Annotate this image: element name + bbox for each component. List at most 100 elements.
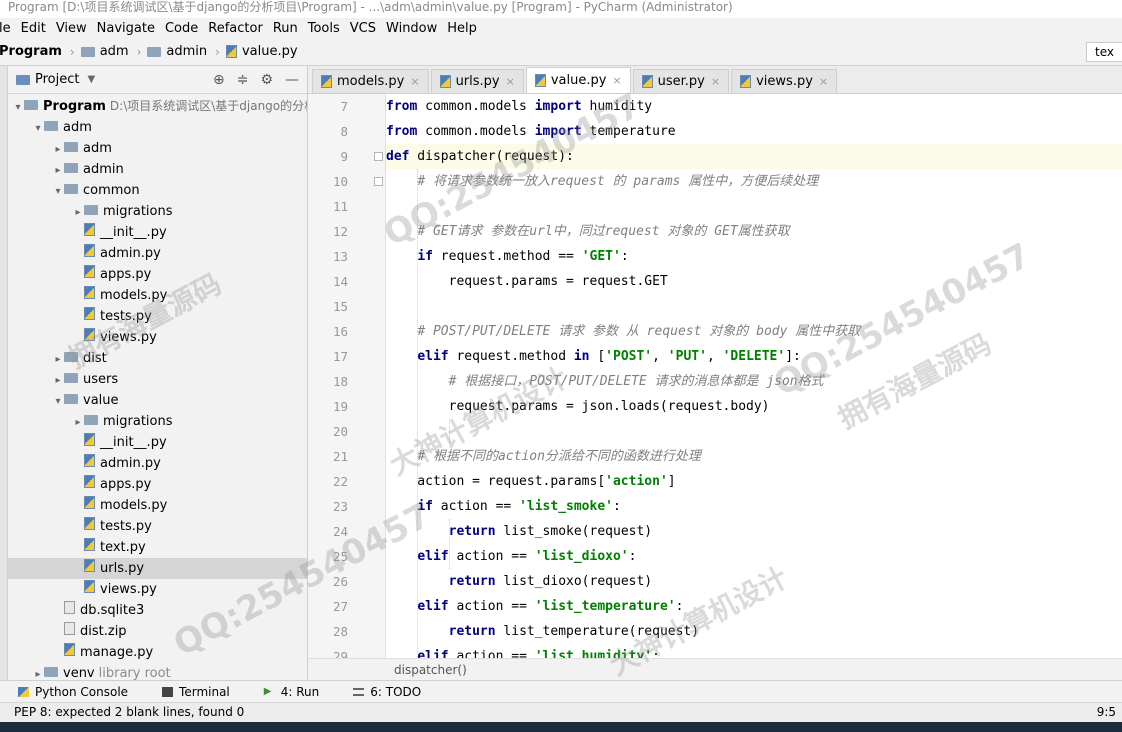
chevron-right-icon[interactable]: ▸ bbox=[52, 349, 64, 369]
code-line[interactable]: if action == 'list_smoke': bbox=[386, 494, 1122, 519]
close-icon[interactable]: × bbox=[711, 75, 720, 88]
editor-breadcrumb[interactable]: dispatcher() bbox=[308, 658, 1122, 680]
tree-item[interactable]: ▸ migrations bbox=[8, 201, 307, 222]
minimize-icon[interactable]: — bbox=[285, 72, 299, 88]
code-line[interactable]: return list_dioxo(request) bbox=[386, 569, 1122, 594]
menu-item-1[interactable]: Edit bbox=[21, 21, 46, 36]
tree-item[interactable]: ▾ value bbox=[8, 390, 307, 411]
menu-item-0[interactable]: le bbox=[0, 21, 11, 36]
menu-item-2[interactable]: View bbox=[56, 21, 87, 36]
tree-item[interactable]: tests.py bbox=[8, 306, 307, 327]
breadcrumb-admin[interactable]: admin bbox=[147, 44, 207, 59]
code-line[interactable]: return list_temperature(request) bbox=[386, 619, 1122, 644]
run-button[interactable]: ▶ 4: Run bbox=[264, 685, 320, 699]
menu-item-4[interactable]: Code bbox=[165, 21, 198, 36]
close-icon[interactable]: × bbox=[612, 74, 621, 87]
tree-item[interactable]: views.py bbox=[8, 579, 307, 600]
tree-item[interactable]: manage.py bbox=[8, 642, 307, 663]
tree-item[interactable]: ▸ migrations bbox=[8, 411, 307, 432]
fold-marker-icon[interactable] bbox=[374, 177, 383, 186]
breadcrumb-file[interactable]: value.py bbox=[225, 44, 298, 59]
tree-item[interactable]: dist.zip bbox=[8, 621, 307, 642]
tree-item[interactable]: admin.py bbox=[8, 243, 307, 264]
tree-item[interactable]: __init__.py bbox=[8, 432, 307, 453]
breadcrumb-adm[interactable]: adm bbox=[80, 44, 129, 59]
tree-item[interactable]: ▾ adm bbox=[8, 117, 307, 138]
code-line[interactable] bbox=[386, 194, 1122, 219]
chevron-down-icon[interactable]: ▾ bbox=[52, 391, 64, 411]
close-icon[interactable]: × bbox=[819, 75, 828, 88]
tree-item[interactable]: text.py bbox=[8, 537, 307, 558]
code-line[interactable]: if request.method == 'GET': bbox=[386, 244, 1122, 269]
code-line[interactable]: request.params = json.loads(request.body… bbox=[386, 394, 1122, 419]
todo-button[interactable]: 6: TODO bbox=[353, 685, 421, 699]
editor-tab[interactable]: value.py × bbox=[525, 67, 631, 93]
chevron-down-icon[interactable]: ▾ bbox=[12, 97, 24, 117]
editor-tab[interactable]: views.py × bbox=[731, 69, 838, 93]
chevron-right-icon[interactable]: ▸ bbox=[52, 139, 64, 159]
menu-item-7[interactable]: Tools bbox=[308, 21, 340, 36]
project-panel-header[interactable]: Project ▼ ⊕ ≑ ⚙ — bbox=[8, 66, 307, 94]
chevron-right-icon[interactable]: ▸ bbox=[72, 202, 84, 222]
run-config-selector[interactable]: tex bbox=[1086, 42, 1122, 62]
breadcrumb-project[interactable]: Program bbox=[0, 44, 62, 59]
tree-root[interactable]: ▾ Program D:\项目系统调试区\基于django的分析 bbox=[8, 96, 307, 117]
editor-tab[interactable]: user.py × bbox=[632, 69, 730, 93]
tree-item[interactable]: urls.py bbox=[8, 558, 307, 579]
tree-item[interactable]: models.py bbox=[8, 285, 307, 306]
code-line[interactable]: return list_smoke(request) bbox=[386, 519, 1122, 544]
tree-item[interactable]: ▸ users bbox=[8, 369, 307, 390]
tree-item[interactable]: apps.py bbox=[8, 264, 307, 285]
collapse-icon[interactable]: ≑ bbox=[237, 72, 249, 88]
editor-tab[interactable]: models.py × bbox=[312, 69, 429, 93]
tree-item[interactable]: apps.py bbox=[8, 474, 307, 495]
tree-item[interactable]: ▸ admin bbox=[8, 159, 307, 180]
code-line[interactable]: elif action == 'list_temperature': bbox=[386, 594, 1122, 619]
tree-item[interactable]: admin.py bbox=[8, 453, 307, 474]
menu-item-5[interactable]: Refactor bbox=[208, 21, 263, 36]
chevron-down-icon[interactable]: ▾ bbox=[52, 181, 64, 201]
chevron-right-icon[interactable]: ▸ bbox=[72, 412, 84, 432]
menu-item-9[interactable]: Window bbox=[386, 21, 437, 36]
editor-tab[interactable]: urls.py × bbox=[430, 69, 524, 93]
code-line[interactable]: def dispatcher(request): bbox=[386, 144, 1122, 169]
code-line[interactable] bbox=[386, 294, 1122, 319]
close-icon[interactable]: × bbox=[506, 75, 515, 88]
code-line[interactable]: # GET请求 参数在url中，同过request 对象的 GET属性获取 bbox=[386, 219, 1122, 244]
code-line[interactable]: request.params = request.GET bbox=[386, 269, 1122, 294]
close-icon[interactable]: × bbox=[410, 75, 419, 88]
menu-item-8[interactable]: VCS bbox=[350, 21, 376, 36]
tree-item[interactable]: db.sqlite3 bbox=[8, 600, 307, 621]
code-line[interactable] bbox=[386, 419, 1122, 444]
tree-item[interactable]: ▸ dist bbox=[8, 348, 307, 369]
chevron-right-icon[interactable]: ▸ bbox=[32, 664, 44, 680]
code-line[interactable]: # 根据接口，POST/PUT/DELETE 请求的消息体都是 json格式 bbox=[386, 369, 1122, 394]
gear-icon[interactable]: ⚙ bbox=[260, 72, 273, 88]
code-line[interactable]: from common.models import temperature bbox=[386, 119, 1122, 144]
code-line[interactable]: elif action == 'list_dioxo': bbox=[386, 544, 1122, 569]
tree-item[interactable]: tests.py bbox=[8, 516, 307, 537]
code-line[interactable]: # 根据不同的action分派给不同的函数进行处理 bbox=[386, 444, 1122, 469]
menu-item-3[interactable]: Navigate bbox=[97, 21, 155, 36]
code-line[interactable]: action = request.params['action'] bbox=[386, 469, 1122, 494]
code-line[interactable]: elif action == 'list_humidity': bbox=[386, 644, 1122, 658]
chevron-right-icon[interactable]: ▸ bbox=[52, 160, 64, 180]
tree-item[interactable]: ▸ adm bbox=[8, 138, 307, 159]
cursor-position[interactable]: 9:5 bbox=[1097, 703, 1116, 722]
code-area[interactable]: from common.models import humidity from c… bbox=[386, 94, 1122, 658]
code-line[interactable]: # POST/PUT/DELETE 请求 参数 从 request 对象的 bo… bbox=[386, 319, 1122, 344]
menu-item-10[interactable]: Help bbox=[447, 21, 477, 36]
tree-item[interactable]: views.py bbox=[8, 327, 307, 348]
chevron-down-icon[interactable]: ▼ bbox=[87, 74, 95, 85]
fold-marker-icon[interactable] bbox=[374, 152, 383, 161]
terminal-button[interactable]: Terminal bbox=[162, 685, 230, 699]
python-console-button[interactable]: Python Console bbox=[18, 685, 128, 699]
tree-item[interactable]: ▾ common bbox=[8, 180, 307, 201]
locate-icon[interactable]: ⊕ bbox=[213, 72, 225, 88]
tree-item[interactable]: ▸ venv library root bbox=[8, 663, 307, 680]
menu-item-6[interactable]: Run bbox=[273, 21, 298, 36]
code-line[interactable]: elif request.method in ['POST', 'PUT', '… bbox=[386, 344, 1122, 369]
code-line[interactable]: # 将请求参数统一放入request 的 params 属性中，方便后续处理 bbox=[386, 169, 1122, 194]
chevron-down-icon[interactable]: ▾ bbox=[32, 118, 44, 138]
tree-item[interactable]: __init__.py bbox=[8, 222, 307, 243]
